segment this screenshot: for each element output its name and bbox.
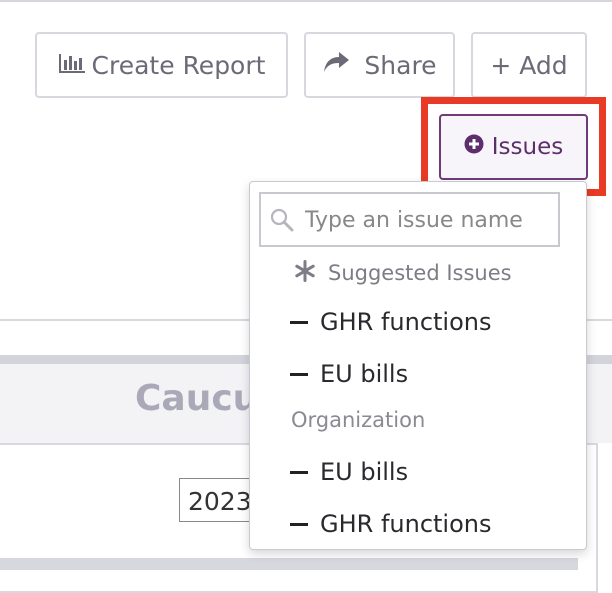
- issue-search-input[interactable]: [305, 202, 553, 238]
- create-report-label: Create Report: [91, 50, 266, 80]
- create-report-button[interactable]: Create Report: [35, 32, 288, 98]
- add-button[interactable]: + Add: [471, 32, 587, 98]
- panel-bottom-bar: [0, 558, 578, 570]
- issue-option[interactable]: GHR functions: [290, 507, 492, 541]
- issue-option[interactable]: EU bills: [290, 455, 408, 489]
- add-label: + Add: [490, 50, 568, 80]
- dash-icon: [290, 470, 308, 474]
- bar-chart-icon: [58, 51, 86, 80]
- issue-option-label: GHR functions: [320, 510, 492, 538]
- dash-icon: [290, 372, 308, 376]
- top-divider: [0, 0, 612, 2]
- share-button[interactable]: Share: [304, 32, 455, 98]
- share-arrow-icon: [322, 50, 350, 80]
- dash-icon: [290, 522, 308, 526]
- issues-button[interactable]: Issues: [439, 114, 588, 180]
- issue-option-label: EU bills: [320, 458, 409, 486]
- share-label: Share: [364, 50, 437, 80]
- asterisk-icon: [294, 259, 316, 287]
- organization-header: Organization: [291, 408, 426, 432]
- issue-search-box: [259, 192, 560, 247]
- issues-dropdown: Suggested Issues GHR functions EU bills …: [249, 181, 587, 550]
- suggested-issues-header: Suggested Issues: [294, 258, 512, 288]
- issues-label: Issues: [491, 134, 564, 160]
- dash-icon: [290, 320, 308, 324]
- issue-option-label: EU bills: [320, 360, 409, 388]
- issue-option[interactable]: EU bills: [290, 357, 408, 391]
- search-icon: [270, 208, 294, 232]
- issue-option-label: GHR functions: [320, 308, 492, 336]
- issue-option[interactable]: GHR functions: [290, 305, 492, 339]
- plus-circle-icon: [464, 134, 484, 160]
- suggested-issues-label: Suggested Issues: [328, 261, 512, 285]
